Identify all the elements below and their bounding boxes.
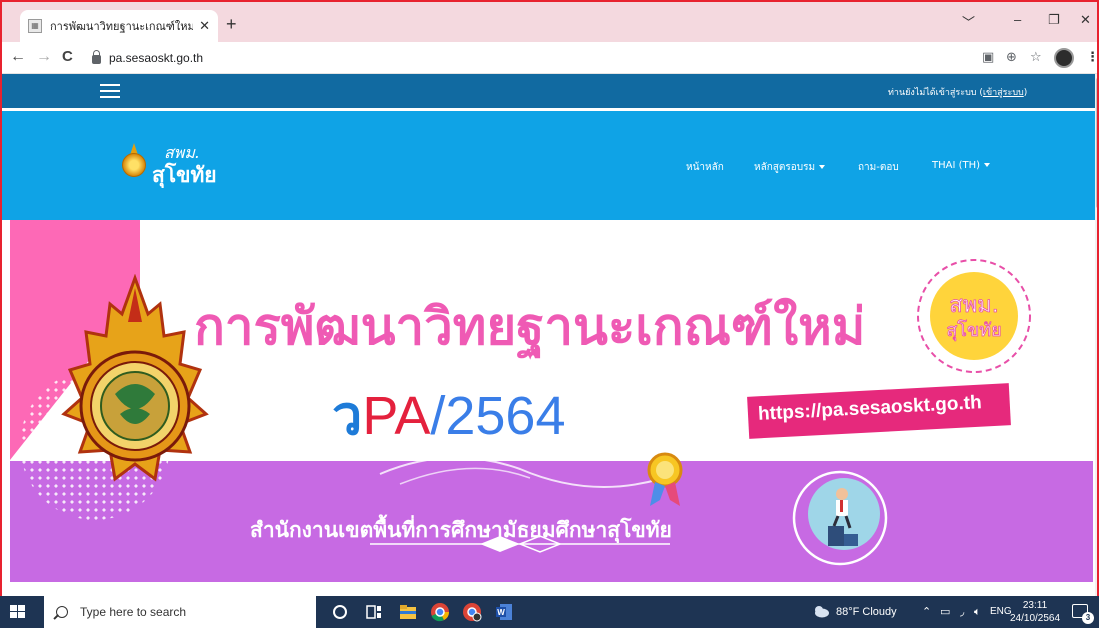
file-explorer-icon[interactable] [398,602,418,622]
chevron-down-icon [819,165,826,169]
chrome-icon[interactable] [430,602,450,622]
login-link[interactable]: เข้าสู่ระบบ [983,88,1024,98]
login-status-text: ท่านยังไม่ได้เข้าสู่ระบบ [888,88,977,98]
hero-banner: การพัฒนาวิทยฐานะเกณฑ์ใหม่ วPA/2564 สพม. … [10,220,1093,582]
chrome-profile-icon[interactable] [462,602,482,622]
logo-text-line2: สุโขทัย [152,163,217,187]
language-indicator[interactable]: ENG [990,596,1012,628]
profile-avatar[interactable] [1054,48,1074,68]
medal-icon [647,452,683,506]
restore-button[interactable]: ❐ [1048,12,1060,28]
banner-office-name: สำนักงานเขตพื้นที่การศึกษามัธยมศึกษาสุโข… [250,518,672,542]
clock-time: 23:11 [1022,600,1048,611]
close-window-button[interactable]: ✕ [1080,12,1091,28]
windows-taskbar: Type here to search W 88°F Cloudy ⌃ ▭ ◞ … [0,596,1099,628]
login-notice: ท่านยังไม่ได้เข้าสู่ระบบ (เข้าสู่ระบบ) [888,88,1028,98]
favicon-icon: ▦ [28,19,42,33]
network-icon[interactable]: ▭ [940,596,950,628]
word-icon[interactable]: W [494,602,514,622]
zoom-icon[interactable]: ⊕ [1006,49,1017,65]
site-logo[interactable]: สพม. สุโขทัย [122,141,232,191]
forward-arrow-icon[interactable]: → [36,48,52,66]
clock-date: 24/10/2564 [1010,613,1061,624]
browser-tab[interactable]: ▦ การพัฒนาวิทยฐานะเกณฑ์ใหม่ ว9/25 ✕ [20,10,218,42]
nav-faq[interactable]: ถาม-ตอบ [858,160,899,175]
nav-language[interactable]: THAI (TH) [932,160,991,171]
svg-text:W: W [497,608,505,617]
notification-count-badge: 3 [1082,612,1094,624]
hamburger-menu-icon[interactable] [100,84,120,98]
close-tab-icon[interactable]: ✕ [199,18,210,34]
badge-line2: สุโขทัย [946,319,1001,341]
weather-cloud-icon[interactable] [812,604,830,618]
bookmark-star-icon[interactable]: ☆ [1030,49,1042,65]
new-tab-button[interactable]: + [226,15,237,33]
minimize-button[interactable]: – [1014,12,1021,27]
search-icon [56,606,68,618]
nav-home[interactable]: หน้าหลัก [686,160,724,175]
banner-headline: การพัฒนาวิทยฐานะเกณฑ์ใหม่ [194,298,866,357]
lock-icon [92,49,101,64]
taskbar-clock[interactable]: 23:11 24/10/2564 [1010,599,1060,625]
banner-code-prefix: ว [332,386,363,446]
weather-text[interactable]: 88°F Cloudy [836,596,897,628]
wifi-icon[interactable]: ◞ [960,596,964,628]
chevron-down-icon [984,163,991,167]
task-view-icon[interactable] [364,602,384,622]
taskbar-search-box[interactable]: Type here to search [44,596,316,628]
nav-courses[interactable]: หลักสูตรอบรม [754,160,826,175]
badge-line1: สพม. [949,293,998,318]
back-arrow-icon[interactable]: ← [10,48,26,66]
address-bar[interactable]: pa.sesaoskt.go.th [92,46,972,70]
obec-emblem-icon [61,274,209,482]
tab-search-icon[interactable]: ﹀ [962,12,975,31]
cortana-icon[interactable] [330,602,350,622]
logo-emblem-icon [122,153,146,177]
browser-toolbar: ← → C pa.sesaoskt.go.th ▣ ⊕ ☆ ⋮ [2,42,1097,74]
browser-window: ▦ การพัฒนาวิทยฐานะเกณฑ์ใหม่ ว9/25 ✕ + ﹀ … [0,0,1099,628]
site-topbar: ท่านยังไม่ได้เข้าสู่ระบบ (เข้าสู่ระบบ) [2,74,1097,108]
tray-chevron-up-icon[interactable]: ⌃ [922,596,931,628]
qr-code-icon[interactable]: ▣ [982,49,994,65]
reload-icon[interactable]: C [62,48,73,66]
more-menu-icon[interactable]: ⋮ [1086,49,1097,65]
volume-icon[interactable]: 🔈︎ [974,596,981,628]
site-header: สพม. สุโขทัย หน้าหลัก หลักสูตรอบรม ถาม-ต… [2,108,1097,220]
nav-language-label: THAI (TH) [932,160,981,171]
tab-title: การพัฒนาวิทยฐานะเกณฑ์ใหม่ ว9/25 [50,20,194,33]
banner-code-mid: PA [362,386,431,446]
tab-strip: ▦ การพัฒนาวิทยฐานะเกณฑ์ใหม่ ว9/25 ✕ + ﹀ … [2,2,1097,42]
nav-courses-label: หลักสูตรอบรม [754,162,816,173]
banner-code-suffix: /2564 [430,386,566,446]
search-placeholder: Type here to search [80,605,187,619]
climbing-person-icon [792,470,888,566]
windows-start-icon[interactable] [10,605,26,619]
banner-badge: สพม. สุโขทัย [917,259,1031,373]
url-text: pa.sesaoskt.go.th [109,51,204,65]
